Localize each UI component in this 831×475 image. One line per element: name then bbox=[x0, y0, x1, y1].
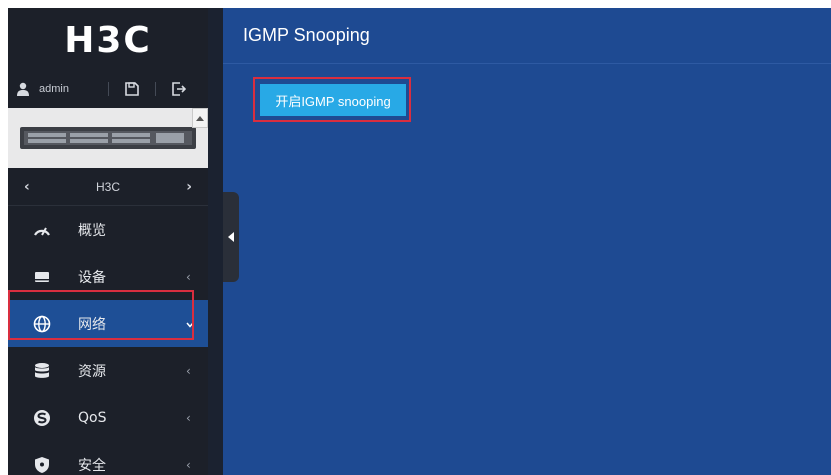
main-header: IGMP Snooping bbox=[223, 8, 831, 64]
chevron-left-icon: ‹ bbox=[186, 457, 191, 472]
menu-item-security[interactable]: 安全 ‹ bbox=[8, 441, 208, 475]
user-bar: admin bbox=[8, 72, 208, 106]
sidebar-collapse-button[interactable] bbox=[223, 192, 239, 282]
chevron-left-icon: ‹ bbox=[186, 269, 191, 284]
chevron-left-icon: ‹ bbox=[186, 410, 191, 425]
menu-label: 安全 bbox=[78, 457, 106, 474]
scroll-up-button[interactable] bbox=[192, 108, 208, 128]
logout-button[interactable] bbox=[156, 72, 202, 106]
user-name: admin bbox=[39, 83, 69, 95]
user-icon bbox=[17, 82, 29, 96]
device-image bbox=[8, 108, 208, 168]
device-selector: ‹ H3C › bbox=[8, 168, 208, 206]
menu-label: 设备 bbox=[78, 269, 106, 286]
dashboard-icon bbox=[32, 220, 52, 240]
prev-device-button[interactable]: ‹ bbox=[24, 179, 30, 195]
page-title: IGMP Snooping bbox=[243, 25, 370, 45]
caret-up-icon bbox=[196, 116, 204, 121]
menu-label: 概览 bbox=[78, 222, 106, 239]
highlight-box bbox=[253, 77, 411, 122]
menu-item-qos[interactable]: QoS ‹ bbox=[8, 394, 208, 441]
chevron-left-icon: ‹ bbox=[186, 363, 191, 378]
menu-label: 资源 bbox=[78, 363, 106, 380]
device-icon bbox=[32, 267, 52, 287]
device-name: H3C bbox=[95, 179, 120, 194]
menu-item-overview[interactable]: 概览 bbox=[8, 206, 208, 253]
qos-icon bbox=[32, 408, 52, 428]
shield-icon bbox=[32, 455, 52, 475]
database-icon bbox=[32, 361, 52, 381]
sidebar: H3C admin ‹ H3C › 概览 设备 ‹ 网络 资源 ‹ QoS ‹ … bbox=[8, 8, 208, 475]
caret-left-icon bbox=[228, 232, 234, 242]
user-info[interactable]: admin bbox=[8, 82, 108, 96]
save-button[interactable] bbox=[109, 72, 155, 106]
menu-label: QoS bbox=[78, 409, 107, 426]
logout-icon bbox=[172, 82, 186, 96]
main-panel: IGMP Snooping 开启IGMP snooping bbox=[223, 8, 831, 475]
app-frame: H3C admin ‹ H3C › 概览 设备 ‹ 网络 资源 ‹ QoS ‹ … bbox=[8, 8, 831, 475]
nav-menu: 概览 设备 ‹ 网络 资源 ‹ QoS ‹ 安全 ‹ bbox=[8, 206, 208, 475]
next-device-button[interactable]: › bbox=[186, 179, 192, 195]
menu-item-resources[interactable]: 资源 ‹ bbox=[8, 347, 208, 394]
h3c-logo: H3C bbox=[64, 19, 152, 61]
highlight-box bbox=[8, 290, 194, 340]
save-icon bbox=[125, 82, 139, 96]
